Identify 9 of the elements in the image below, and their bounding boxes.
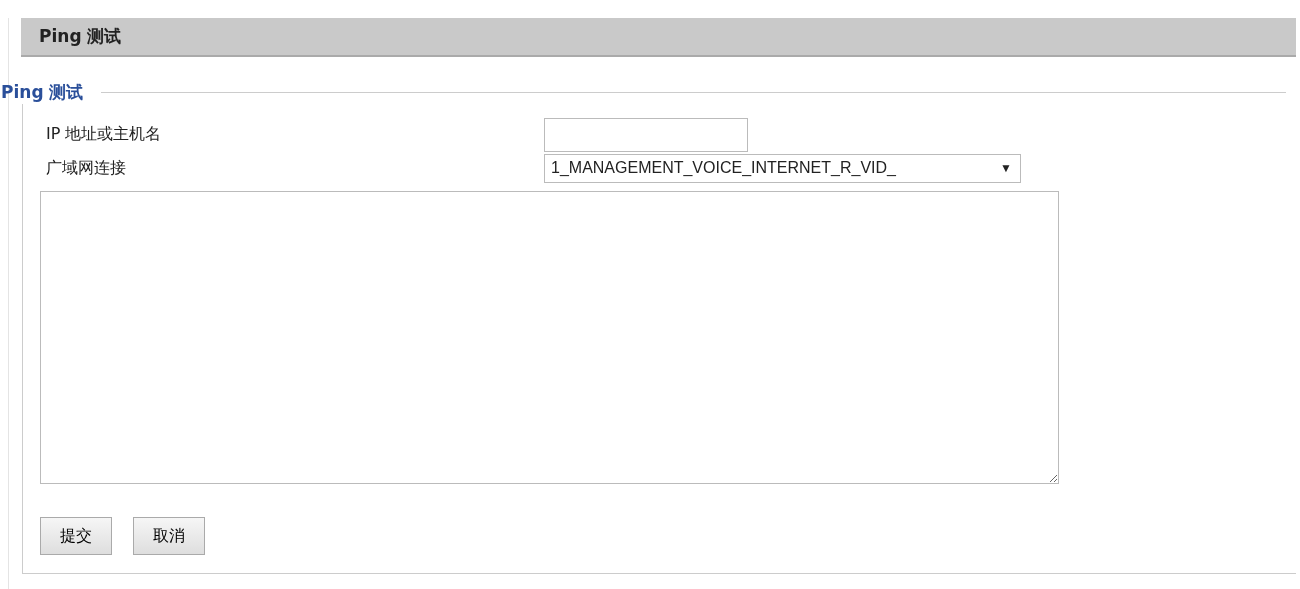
- field-label: IP 地址或主机名: [45, 124, 163, 145]
- page-title: Ping 测试: [39, 25, 122, 48]
- field-label: 广域网连接: [45, 157, 127, 179]
- cancel-button[interactable]: 取消: [133, 517, 205, 555]
- wan-select[interactable]: 1_MANAGEMENT_VOICE_INTERNET_R_VID_ ▼: [544, 153, 1021, 183]
- section-legend: Ping 测试: [1, 81, 102, 104]
- host-input-field[interactable]: [544, 117, 748, 152]
- submit-button[interactable]: 提交: [40, 517, 112, 555]
- output-textarea[interactable]: [40, 191, 1059, 484]
